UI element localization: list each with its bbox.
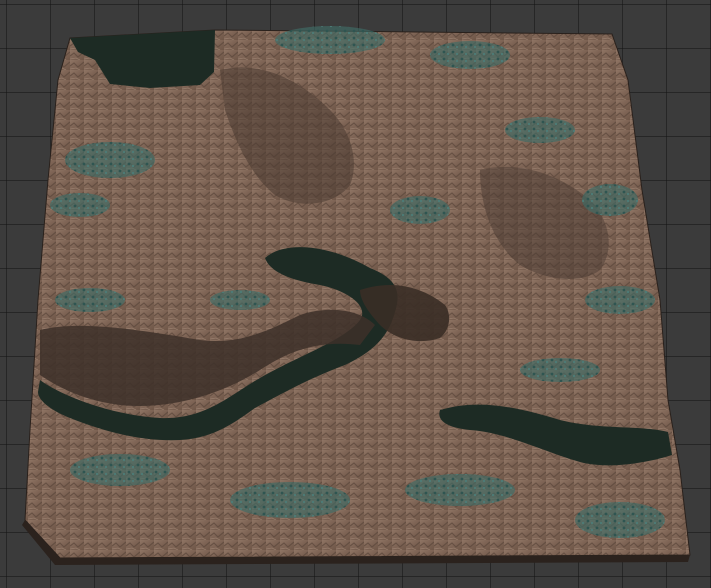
vegetation-patch — [65, 142, 155, 178]
terrain-mesh[interactable] — [0, 0, 711, 588]
vegetation-patch — [582, 184, 638, 216]
vegetation-patch — [70, 454, 170, 486]
vegetation-patch — [505, 117, 575, 143]
vegetation-patch — [405, 474, 515, 506]
vegetation-patch — [520, 358, 600, 382]
vegetation-patch — [230, 482, 350, 518]
vegetation-patch — [55, 288, 125, 312]
3d-viewport[interactable] — [0, 0, 711, 588]
vegetation-patch — [210, 290, 270, 310]
vegetation-patch — [390, 196, 450, 224]
vegetation-patch — [430, 41, 510, 69]
vegetation-patch — [575, 502, 665, 538]
vegetation-patch — [585, 286, 655, 314]
vegetation-patch — [50, 193, 110, 217]
vegetation-patch — [275, 26, 385, 54]
viewport-grid-footer — [0, 578, 711, 588]
